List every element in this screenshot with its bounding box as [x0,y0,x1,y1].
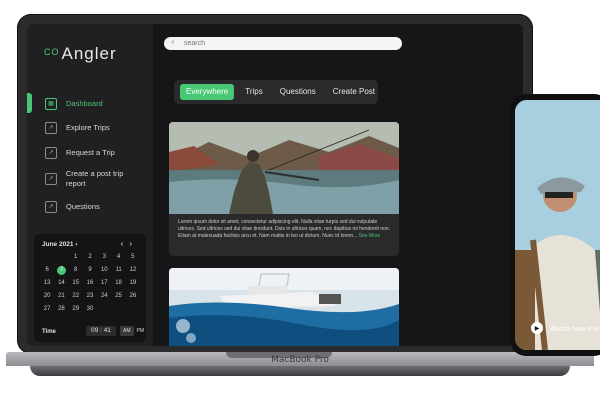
search-input[interactable] [184,38,384,49]
play-icon: ▶ [531,322,543,334]
laptop-frame: CO Angler ▦ Dashboard ↗ Explore Trips ↗ R… [17,14,533,354]
ampm-toggle: AM PM [120,326,147,336]
logo-mark: CO [44,47,60,57]
phone-image [515,100,600,350]
calendar-day[interactable]: 29 [69,305,83,314]
calendar-day[interactable]: 9 [83,266,97,275]
calendar-day [126,305,140,314]
post-card[interactable]: Lorem ipsum dolor sit amet, consectetur … [169,122,399,256]
watch-label: Watch how it w [549,323,600,333]
time-label: Time [42,329,56,335]
chart-icon: ↗ [45,201,57,213]
device-label: MacBook Pro [271,355,329,365]
sidebar-item-create-report[interactable]: ↗ Create a post trip report [45,169,125,189]
sidebar: CO Angler ▦ Dashboard ↗ Explore Trips ↗ R… [27,24,153,346]
calendar-day [40,253,54,262]
grid-icon: ▦ [45,98,57,110]
logo-text: Angler [61,44,117,63]
calendar-day[interactable]: 25 [111,292,125,301]
phone-frame: ▶ Watch how it w [510,94,600,356]
post-image [169,268,399,346]
calendar-day[interactable]: 22 [69,292,83,301]
calendar-day[interactable]: 28 [54,305,68,314]
tab-create-post[interactable]: Create Post [327,84,381,100]
calendar-day[interactable]: 15 [69,279,83,288]
calendar-day [97,305,111,314]
calendar-next-icon[interactable]: › [129,239,138,248]
calendar-day[interactable]: 30 [83,305,97,314]
calendar-day[interactable]: 8 [69,266,83,275]
calendar-day[interactable]: 21 [54,292,68,301]
search-bar: ⌕ [164,37,402,50]
calendar-nav: ‹› [121,239,138,248]
active-indicator [27,93,32,113]
sidebar-item-dashboard[interactable]: ▦ Dashboard [45,98,103,110]
sidebar-item-questions[interactable]: ↗ Questions [45,201,100,213]
sidebar-item-label: Request a Trip [66,148,115,157]
post-card[interactable] [169,268,399,346]
laptop-bottom [30,366,570,376]
calendar-day[interactable]: 7 [56,266,66,275]
calendar-day [111,305,125,314]
pm-button[interactable]: PM [134,326,148,336]
sidebar-item-label: Questions [66,202,100,211]
see-more-link[interactable]: See More [359,233,381,239]
calendar-day[interactable]: 26 [126,292,140,301]
sidebar-item-label: Create a post trip report [65,169,124,188]
time-input[interactable]: 09 : 41 [86,326,116,336]
calendar-day[interactable]: 20 [40,292,54,301]
post-text: Lorem ipsum dolor sit amet, consectetur … [178,219,393,240]
calendar-day[interactable]: 5 [126,253,140,262]
tab-everywhere[interactable]: Everywhere [180,84,235,100]
sidebar-item-label: Dashboard [66,99,103,108]
watch-video-button[interactable]: ▶ Watch how it w [531,322,599,334]
calendar-day[interactable]: 27 [40,305,54,314]
calendar-day[interactable]: 16 [83,279,97,288]
calendar-day[interactable]: 6 [40,266,54,275]
post-image [169,122,399,214]
calendar-day[interactable]: 24 [97,292,111,301]
calendar-grid: 1 2 3 4 5 6 7 8 9 10 11 12 13 14 15 16 17 18 19 20 21 22 23 24 2… [40,253,140,314]
calendar-day[interactable]: 13 [40,279,54,288]
calendar-day[interactable]: 2 [83,253,97,262]
sidebar-item-label: Explore Trips [66,123,110,132]
app-screen: CO Angler ▦ Dashboard ↗ Explore Trips ↗ R… [27,24,523,346]
app-logo[interactable]: CO Angler [44,44,117,64]
calendar-day[interactable]: 23 [83,292,97,301]
calendar-day[interactable]: 1 [69,253,83,262]
phone-screen: ▶ Watch how it w [515,100,600,350]
calendar-day [54,253,68,262]
tab-questions[interactable]: Questions [274,84,322,100]
tab-trips[interactable]: Trips [239,84,268,100]
chart-icon: ↗ [45,147,57,159]
sidebar-item-request-trip[interactable]: ↗ Request a Trip [45,147,115,159]
calendar-day[interactable]: 3 [97,253,111,262]
calendar-day[interactable]: 18 [111,279,125,288]
filter-tabs: Everywhere Trips Questions Create Post [174,80,378,104]
chart-icon: ↗ [45,122,57,134]
calendar-day[interactable]: 10 [97,266,111,275]
calendar-month[interactable]: June 2021 › [42,241,77,248]
calendar-day[interactable]: 17 [97,279,111,288]
sidebar-item-explore-trips[interactable]: ↗ Explore Trips [45,122,110,134]
calendar-day[interactable]: 14 [54,279,68,288]
calendar-day[interactable]: 4 [111,253,125,262]
search-icon: ⌕ [171,39,175,46]
am-button[interactable]: AM [120,326,134,336]
chart-icon: ↗ [45,173,57,185]
calendar-widget: June 2021 › ‹› 1 2 3 4 5 6 7 8 9 10 11 12 13 14 15 16 17… [34,234,146,342]
calendar-day[interactable]: 12 [126,266,140,275]
calendar-day[interactable]: 19 [126,279,140,288]
calendar-day[interactable]: 11 [111,266,125,275]
